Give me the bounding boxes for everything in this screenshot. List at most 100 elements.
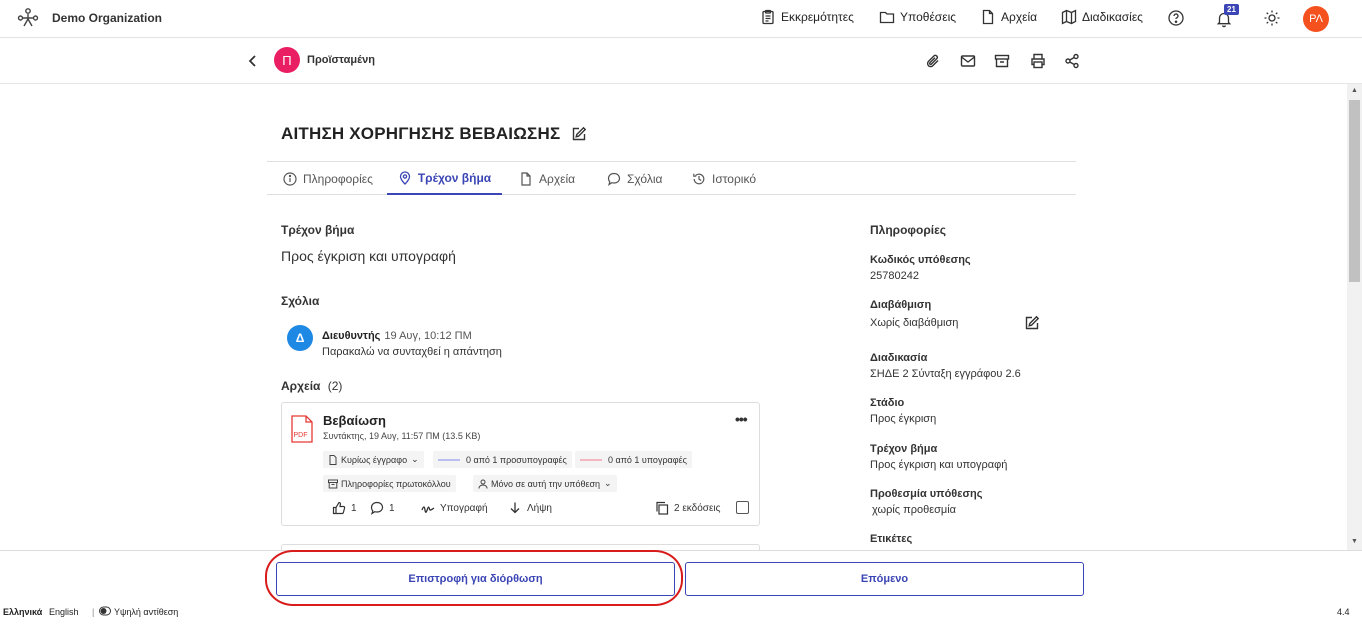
share-icon[interactable] — [1064, 53, 1080, 69]
file-select-checkbox[interactable] — [736, 501, 749, 514]
tab-label: Πληροφορίες — [303, 171, 373, 186]
archive-icon[interactable] — [994, 53, 1010, 69]
sun-icon[interactable] — [1263, 9, 1281, 27]
nav-label: Διαδικασίες — [1082, 10, 1143, 24]
tab-label: Αρχεία — [539, 171, 576, 186]
mail-icon[interactable] — [960, 53, 976, 69]
svg-text:PDF: PDF — [294, 432, 308, 439]
file-icon — [982, 9, 994, 25]
download-label: Λήψη — [527, 502, 552, 514]
comment-icon — [607, 172, 621, 186]
edit-icon[interactable] — [571, 126, 587, 142]
organization-logo-icon[interactable] — [16, 6, 40, 30]
file-icon — [521, 171, 531, 186]
document-type-label: Κυρίως έγγραφο — [341, 454, 408, 465]
more-options-icon[interactable]: ••• — [735, 411, 748, 427]
visibility-dropdown[interactable]: Μόνο σε αυτή την υπόθεση ⌄ — [473, 475, 617, 492]
current-step-heading: Τρέχον βήμα — [281, 223, 355, 237]
tab-comments[interactable]: Σχόλια — [607, 162, 662, 195]
signature-icon — [421, 506, 435, 513]
scroll-up-icon[interactable]: ▲ — [1351, 87, 1358, 94]
sign-label: Υπογραφή — [440, 502, 488, 514]
map-icon — [1061, 9, 1077, 25]
nav-cases[interactable]: Υποθέσεις — [879, 9, 956, 25]
organization-name[interactable]: Demo Organization — [52, 11, 162, 25]
files-heading: Αρχεία (2) — [281, 379, 342, 393]
footer: Ελληνικά English | Υψηλή αντίθεση 4.4 — [0, 602, 1362, 624]
copy-icon — [656, 501, 669, 515]
file-name[interactable]: Βεβαίωση — [323, 413, 386, 428]
printer-icon[interactable] — [1030, 53, 1046, 69]
visibility-label: Μόνο σε αυτή την υπόθεση — [491, 478, 601, 489]
edit-classification-icon[interactable] — [1024, 315, 1040, 331]
language-greek[interactable]: Ελληνικά — [3, 607, 42, 617]
co-signatures-label: 0 από 1 προσυπογραφές — [466, 454, 567, 465]
case-toolbar — [0, 38, 1362, 84]
scrollbar-thumb[interactable] — [1349, 100, 1360, 282]
info-value: Προς έγκριση — [870, 413, 937, 425]
tab-history[interactable]: Ιστορικό — [692, 162, 756, 195]
info-value: χωρίς προθεσμία — [872, 504, 957, 516]
co-signature-line — [438, 458, 460, 461]
chevron-down-icon: ⌄ — [604, 478, 612, 488]
info-heading: Πληροφορίες — [870, 223, 947, 237]
signatures-label: 0 από 1 υπογραφές — [608, 454, 687, 465]
nav-label: Αρχεία — [1001, 10, 1038, 24]
info-label: Τρέχον βήμα — [870, 443, 938, 455]
highlight-annotation — [265, 550, 683, 606]
comment-author-avatar: Δ — [287, 325, 313, 351]
sign-button[interactable]: Υπογραφή — [421, 501, 488, 515]
help-icon[interactable] — [1167, 9, 1185, 27]
contrast-toggle-icon[interactable] — [99, 606, 111, 618]
tab-label: Σχόλια — [627, 171, 663, 186]
file-comments-count: 1 — [389, 502, 395, 514]
comment-time: 19 Αυγ, 10:12 ΠΜ — [384, 330, 472, 342]
high-contrast-label[interactable]: Υψηλή αντίθεση — [114, 607, 178, 617]
info-label: Προθεσμία υπόθεσης — [870, 488, 983, 500]
like-button[interactable]: 1 — [332, 501, 357, 515]
next-button[interactable]: Επόμενο — [685, 562, 1084, 596]
info-value: ΣΗΔΕ 2 Σύνταξη εγγράφου 2.6 — [870, 368, 1021, 380]
user-avatar[interactable]: ΡΛ — [1303, 6, 1329, 32]
paperclip-icon[interactable] — [925, 53, 941, 69]
document-type-dropdown[interactable]: Κυρίως έγγραφο ⌄ — [323, 451, 424, 468]
co-signatures-status: 0 από 1 προσυπογραφές — [433, 451, 572, 468]
chevron-left-icon[interactable] — [246, 54, 260, 68]
nav-pending[interactable]: Εκκρεμότητες — [760, 9, 854, 25]
files-heading-label: Αρχεία — [281, 379, 321, 393]
notification-badge: 21 — [1224, 4, 1239, 15]
tab-label: Ιστορικό — [712, 171, 757, 186]
protocol-info-button[interactable]: Πληροφορίες πρωτοκόλλου — [323, 475, 456, 492]
nav-files[interactable]: Αρχεία — [980, 9, 1037, 25]
app-version: 4.4 — [1337, 607, 1350, 617]
info-label: Στάδιο — [870, 397, 905, 409]
versions-label: 2 εκδόσεις — [674, 502, 721, 514]
case-tabs: Πληροφορίες Τρέχον βήμα Αρχεία Σχόλια Ισ… — [267, 161, 1076, 195]
comment-text: Παρακαλώ να συνταχθεί η απάντηση — [322, 346, 502, 358]
files-count: (2) — [327, 379, 343, 393]
tab-files[interactable]: Αρχεία — [519, 162, 575, 195]
scroll-down-icon[interactable]: ▼ — [1351, 538, 1358, 545]
nav-procedures[interactable]: Διαδικασίες — [1061, 9, 1143, 25]
clipboard-icon — [762, 9, 774, 25]
info-label: Ετικέτες — [870, 533, 913, 545]
signatures-status: 0 από 1 υπογραφές — [575, 451, 692, 468]
comment-icon — [370, 501, 384, 515]
tab-info[interactable]: Πληροφορίες — [283, 162, 373, 195]
download-arrow-icon — [510, 502, 520, 514]
protocol-info-label: Πληροφορίες πρωτοκόλλου — [341, 478, 451, 489]
versions-button[interactable]: 2 εκδόσεις — [655, 501, 720, 515]
nav-label: Υποθέσεις — [900, 10, 957, 24]
thumbs-up-icon — [332, 501, 346, 515]
nav-label: Εκκρεμότητες — [781, 10, 854, 24]
comment-author: Διευθυντής — [322, 330, 381, 342]
download-button[interactable]: Λήψη — [508, 501, 552, 515]
info-icon — [283, 171, 297, 186]
archive-icon — [328, 479, 338, 488]
folder-icon — [879, 11, 895, 24]
info-value: 25780242 — [870, 270, 919, 282]
tab-current-step[interactable]: Τρέχον βήμα — [387, 162, 502, 195]
language-english[interactable]: English — [49, 607, 79, 617]
user-icon — [478, 479, 488, 489]
file-comments-button[interactable]: 1 — [370, 501, 395, 515]
